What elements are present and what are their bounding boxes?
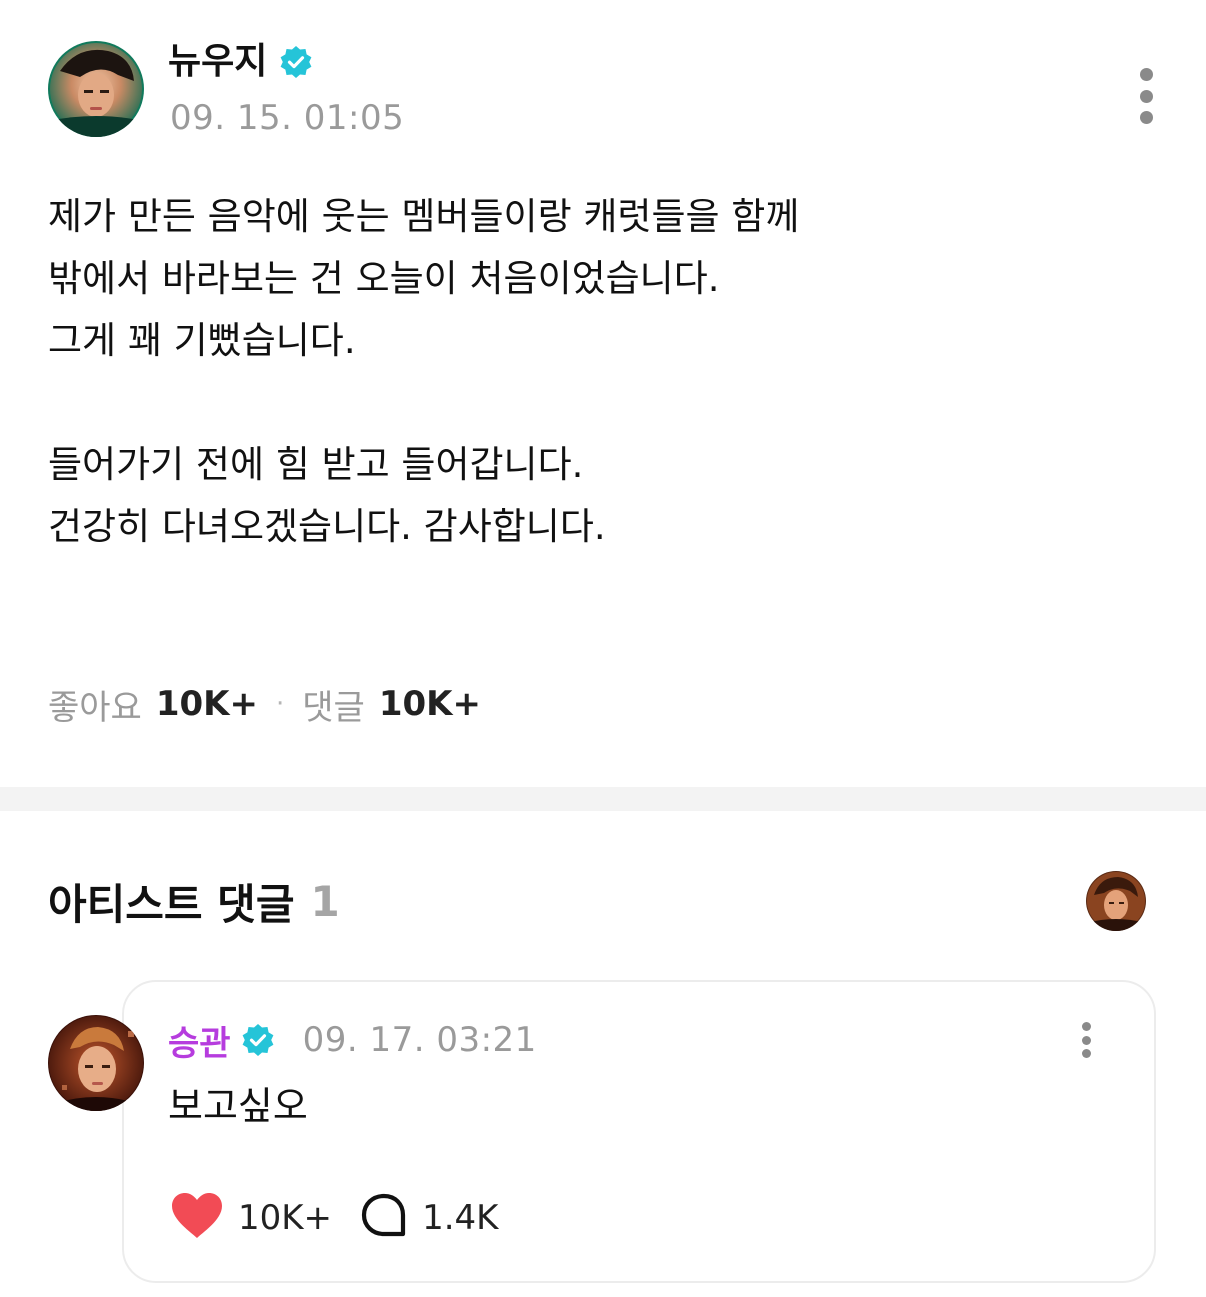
post-author[interactable]: 뉴우지 [168,38,313,86]
post-body-blank-line [48,372,1158,434]
section-divider [0,787,1206,811]
post-body: 제가 만든 음악에 웃는 멤버들이랑 캐럿들을 함께 밖에서 바라보는 건 오늘… [48,186,1158,558]
comment-more-icon[interactable] [1074,1022,1098,1058]
comment-author-avatar[interactable] [48,1015,144,1111]
comment-like-button[interactable]: 10K+ [170,1192,332,1244]
comment-reply-button[interactable]: 1.4K [360,1192,498,1244]
post-date: 09. 15. 01:05 [170,98,405,138]
verified-badge-icon [279,45,313,79]
post-body-line: 들어가기 전에 힘 받고 들어갑니다. [48,443,584,486]
post-author-name[interactable]: 뉴우지 [168,38,267,86]
stats-separator: · [276,689,285,719]
comment-like-count: 10K+ [238,1198,333,1238]
comments-count[interactable]: 10K+ [379,684,481,724]
verified-badge-icon [241,1023,275,1057]
artist-comment-avatar-thumbnail[interactable] [1086,871,1146,931]
post-more-icon[interactable] [1130,68,1162,124]
comment-reply-count: 1.4K [422,1198,499,1238]
comment-date: 09. 17. 03:21 [302,1020,537,1060]
heart-icon [170,1192,224,1244]
artist-comments-count: 1 [310,876,340,926]
speech-bubble-icon [360,1192,408,1244]
post-body-line: 밖에서 바라보는 건 오늘이 처음이었습니다. [48,257,720,300]
artist-comments-title: 아티스트 댓글 [48,879,295,929]
post-author-avatar[interactable] [48,41,144,137]
comment-header: 승관 09. 17. 03:21 [168,1014,537,1066]
comment-text: 보고싶오 [168,1084,308,1128]
likes-count[interactable]: 10K+ [156,684,258,724]
post-body-line: 건강히 다녀오겠습니다. 감사합니다. [48,505,606,548]
comments-label[interactable]: 댓글 [302,680,365,729]
post-page: 뉴우지 09. 15. 01:05 제가 만든 음악에 웃는 멤버들이랑 캐럿들… [0,0,1206,1297]
post-body-line: 제가 만든 음악에 웃는 멤버들이랑 캐럿들을 함께 [48,195,800,238]
comment-author-name[interactable]: 승관 [168,1016,231,1065]
comment-actions: 10K+ 1.4K [170,1191,498,1245]
likes-label[interactable]: 좋아요 [48,680,142,729]
post-body-line: 그게 꽤 기뻤습니다. [48,319,356,362]
post-stats: 좋아요 10K+ · 댓글 10K+ [48,680,481,728]
artist-comments-header: 아티스트 댓글 1 [48,870,340,932]
